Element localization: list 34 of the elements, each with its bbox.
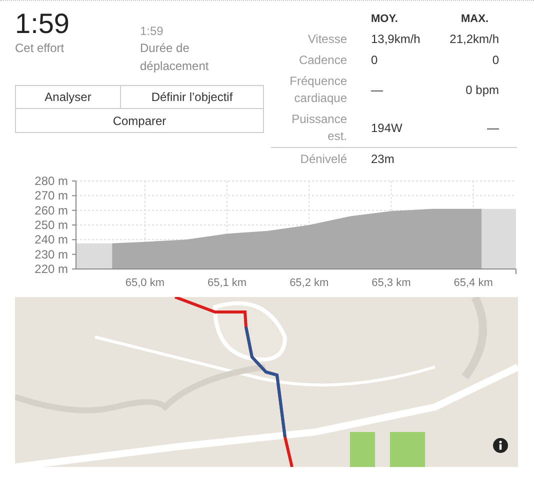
stat-label: Cadence <box>271 50 371 71</box>
stat-value: 13,9km/h <box>371 31 422 48</box>
x-tick-label: 65,1 km <box>207 277 247 289</box>
y-tick-label: 230 m <box>34 247 68 262</box>
stat-value: 0 bpm <box>464 82 500 98</box>
moving-time: 1:59 <box>140 23 164 39</box>
y-tick-label: 250 m <box>34 218 68 232</box>
stat-label: Puissance est. <box>271 109 371 148</box>
y-tick-label: 240 m <box>34 232 68 247</box>
x-tick-label: 65,2 km <box>290 277 329 289</box>
stat-value: 21,2km/h <box>449 31 500 48</box>
y-tick-label: 280 m <box>34 174 68 188</box>
info-icon[interactable] <box>493 438 508 453</box>
moving-time-label: Durée de déplacement <box>140 40 210 75</box>
effort-time: 1:59 <box>15 9 70 39</box>
stat-value: 194W <box>371 109 449 148</box>
stat-value: 0 <box>371 52 379 69</box>
y-tick-label: 270 m <box>34 188 68 203</box>
stat-value: — <box>449 109 517 148</box>
column-header: MAX. <box>460 12 490 27</box>
x-tick-label: 65,4 km <box>454 277 493 289</box>
x-tick-label: 65,0 km <box>125 277 165 289</box>
stat-label: Vitesse <box>306 31 348 48</box>
x-tick-label: 65,3 km <box>372 277 411 289</box>
column-header: MOY. <box>371 12 399 27</box>
stat-value: — <box>371 82 384 98</box>
analyze-button[interactable]: Analyser <box>16 86 121 109</box>
stat-label: Fréquence cardiaque <box>271 71 371 109</box>
stat-value: 23m <box>371 148 449 170</box>
stat-value: 0 <box>491 52 500 69</box>
y-tick-label: 260 m <box>34 203 68 218</box>
y-tick-label: 220 m <box>34 262 68 276</box>
effort-label: Cet effort <box>15 40 66 57</box>
stat-label: Dénivelé <box>271 148 371 170</box>
